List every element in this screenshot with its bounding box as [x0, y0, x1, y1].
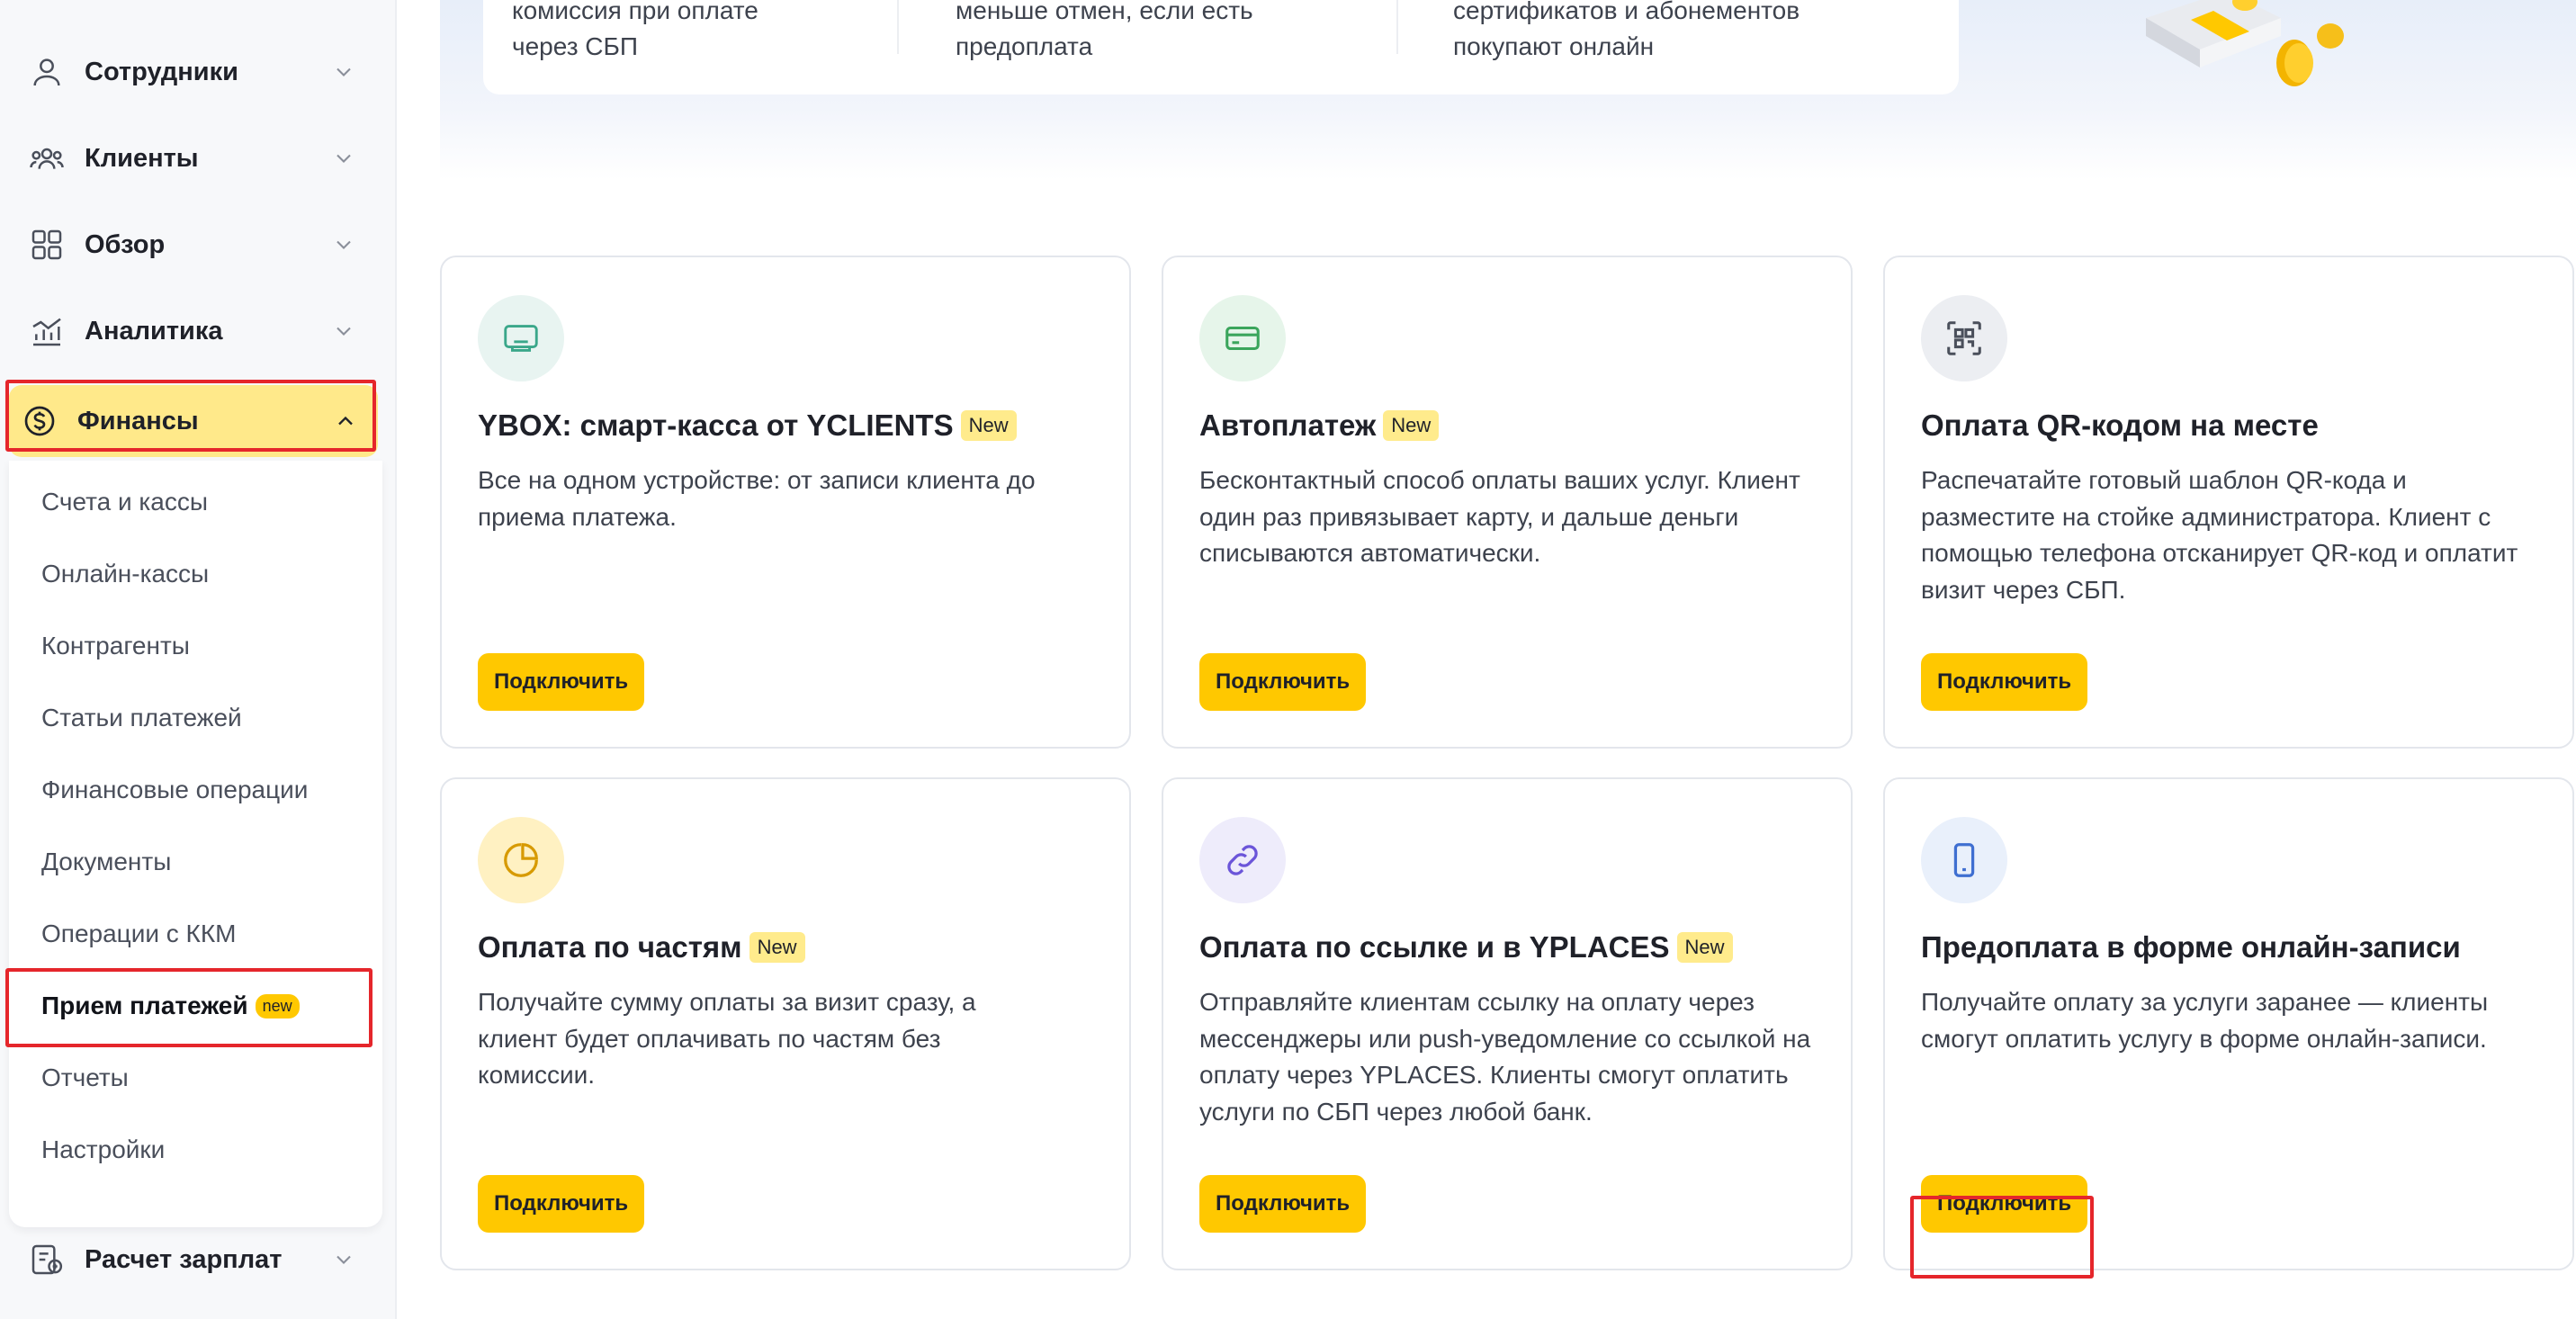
new-badge: New: [749, 932, 805, 963]
banner-stat: комиссия при оплате через СБП: [512, 0, 758, 60]
sidebar-item-payroll[interactable]: Расчет зарплат: [16, 1224, 376, 1296]
sidebar-item-label: Клиенты: [85, 143, 199, 173]
qr-code-icon: [1947, 321, 1981, 355]
submenu-item-kkm-operations[interactable]: Операции с ККМ: [41, 920, 236, 948]
sidebar-item-label: Расчет зарплат: [85, 1244, 283, 1274]
submenu-item-documents[interactable]: Документы: [41, 848, 171, 876]
connect-button[interactable]: Подключить: [478, 1175, 645, 1233]
submenu-item-online-cash[interactable]: Онлайн-кассы: [41, 560, 209, 588]
submenu-item-accounts[interactable]: Счета и кассы: [41, 488, 208, 516]
submenu-item-settings[interactable]: Настройки: [41, 1135, 165, 1164]
connect-button[interactable]: Подключить: [1199, 1175, 1367, 1233]
phone-icon: [1953, 843, 1975, 877]
sidebar-item-clients[interactable]: Клиенты: [16, 122, 376, 194]
connect-button[interactable]: Подключить: [1921, 653, 2088, 711]
icon-badge: [1199, 817, 1286, 903]
chevron-up-icon: [338, 416, 353, 426]
analytics-icon: [27, 311, 67, 351]
terminal-icon: [504, 325, 538, 352]
chevron-down-icon: [337, 327, 351, 336]
card-description: Получайте сумму оплаты за визит сразу, а…: [478, 988, 976, 1089]
banner-stat: меньше отмен, если есть предоплата: [956, 0, 1253, 60]
new-badge: New: [960, 410, 1017, 441]
payment-card-link: Оплата по ссылке и в YPLACES New Отправля…: [1162, 777, 1853, 1270]
payment-card-ybox: YBOX: смарт-касса от YCLIENTS New Все на …: [440, 256, 1131, 749]
new-badge: New: [1383, 410, 1440, 441]
chevron-down-icon: [337, 67, 351, 76]
connect-button[interactable]: Подключить: [478, 653, 645, 711]
divider: [1396, 0, 1398, 54]
payment-card-qr: Оплата QR-кодом на месте Распечатайте го…: [1883, 256, 2574, 749]
card-title: Оплата по частям New: [478, 930, 1102, 965]
payroll-icon: [27, 1240, 67, 1279]
sidebar-item-label: Аналитика: [85, 316, 223, 345]
pie-chart-icon: [504, 843, 538, 877]
icon-badge: [478, 295, 564, 381]
grid-icon: [27, 225, 67, 265]
submenu-item-payment-acceptance[interactable]: Прием платежей new: [41, 991, 300, 1020]
people-icon: [27, 139, 67, 178]
banner-stats-card: комиссия при оплате через СБП меньше отм…: [483, 0, 1959, 94]
new-badge: new: [255, 994, 300, 1018]
payment-card-autopay: Автоплатеж New Бесконтактный способ оплат…: [1162, 256, 1853, 749]
new-badge: New: [1676, 932, 1733, 963]
person-icon: [27, 52, 67, 92]
sidebar-item-overview[interactable]: Обзор: [16, 209, 376, 281]
icon-badge: [1199, 295, 1286, 381]
card-title: Оплата QR-кодом на месте: [1921, 408, 2319, 442]
connect-button[interactable]: Подключить: [1199, 653, 1367, 711]
chevron-down-icon: [337, 240, 351, 249]
submenu-item-financial-operations[interactable]: Финансовые операции: [41, 776, 308, 804]
card-title: Автоплатеж New: [1199, 408, 1824, 443]
submenu-item-counterparties[interactable]: Контрагенты: [41, 632, 190, 660]
icon-badge: [478, 817, 564, 903]
submenu-item-reports[interactable]: Отчеты: [41, 1063, 129, 1092]
icon-badge: [1921, 817, 2007, 903]
card-title: YBOX: смарт-касса от YCLIENTS New: [478, 408, 1102, 443]
sidebar-item-employees[interactable]: Сотрудники: [16, 36, 376, 108]
finance-submenu: Счета и кассы Онлайн-кассы Контрагенты С…: [9, 461, 382, 1227]
coins-illustration: [2146, 0, 2344, 86]
icon-badge: [1921, 295, 2007, 381]
payment-card-prepayment: Предоплата в форме онлайн-записи Получай…: [1883, 777, 2574, 1270]
banner-stat: сертификатов и абонементов покупают онла…: [1453, 0, 1800, 60]
dollar-coin-icon: [20, 401, 59, 441]
sidebar-item-finance[interactable]: Финансы: [9, 385, 378, 457]
card-description: Распечатайте готовый шаблон QR-кода и ра…: [1921, 466, 2518, 604]
divider: [897, 0, 899, 54]
chevron-down-icon: [337, 1255, 351, 1264]
card-title: Оплата по ссылке и в YPLACES New: [1199, 930, 1824, 965]
connect-button[interactable]: Подключить: [1921, 1175, 2088, 1233]
card-title: Предоплата в форме онлайн-записи: [1921, 930, 2461, 964]
payment-card-installments: Оплата по частям New Получайте сумму опла…: [440, 777, 1131, 1270]
sidebar: Сотрудники Клиенты Обзор Аналитика Финан…: [0, 0, 397, 1319]
submenu-item-payment-articles[interactable]: Статьи платежей: [41, 704, 242, 732]
link-icon: [1227, 845, 1258, 875]
submenu-item-label: Прием платежей: [41, 991, 248, 1019]
card-description: Получайте оплату за услуги заранее — кли…: [1921, 988, 2489, 1053]
sidebar-item-label: Обзор: [85, 229, 166, 259]
sidebar-item-label: Сотрудники: [85, 57, 238, 86]
card-description: Все на одном устройстве: от записи клиен…: [478, 466, 1036, 531]
card-description: Бесконтактный способ оплаты ваших услуг.…: [1199, 466, 1800, 567]
sidebar-item-label: Финансы: [77, 406, 199, 435]
card-icon: [1225, 326, 1260, 351]
sidebar-item-analytics[interactable]: Аналитика: [16, 295, 376, 367]
card-description: Отправляйте клиентам ссылку на оплату че…: [1199, 988, 1811, 1126]
chevron-down-icon: [337, 154, 351, 163]
